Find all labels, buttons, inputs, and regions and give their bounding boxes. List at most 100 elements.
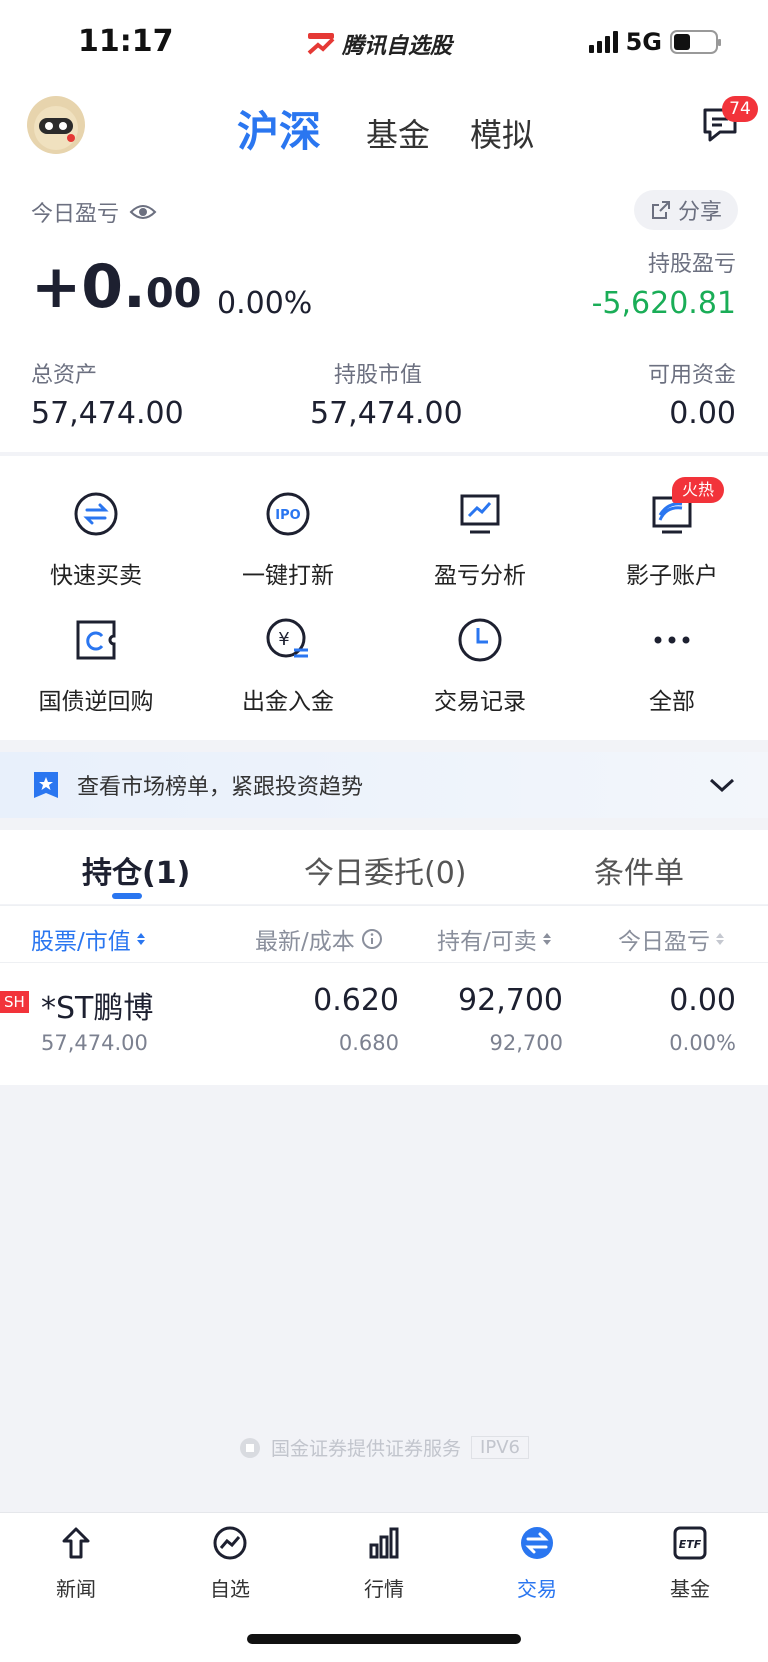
quick-ipo[interactable]: IPO 一键打新	[192, 490, 384, 590]
quick-all[interactable]: 全部	[576, 616, 768, 716]
tab-label: 新闻	[56, 1577, 96, 1601]
svg-text:¥: ¥	[278, 629, 289, 650]
quick-shadow-account[interactable]: 影子账户	[576, 490, 768, 590]
hold-quantity: 92,700	[458, 983, 563, 1018]
tab-label: 交易	[517, 1577, 557, 1601]
available-cash-label: 可用资金	[647, 363, 736, 388]
swap-icon	[74, 492, 118, 536]
tab-active-indicator	[112, 893, 142, 899]
network-label: 5G	[625, 28, 662, 56]
quick-label: 影子账户	[626, 563, 718, 589]
quick-repo[interactable]: 国债逆回购	[0, 616, 192, 716]
transfer-icon: ¥	[266, 618, 308, 658]
today-pnl-value: +0.00	[31, 252, 202, 322]
ipv6-tag: IPV6	[471, 1436, 529, 1459]
home-indicator	[247, 1634, 521, 1644]
col-hold-sellable[interactable]: 持有/可卖	[437, 922, 551, 956]
holdings-column-header: 股票/市值 最新/成本 持有/可卖 今日盈亏	[0, 905, 768, 963]
tab-news[interactable]: 新闻	[26, 1525, 126, 1602]
today-pnl-percent: 0.00%	[217, 286, 313, 321]
sort-icon	[716, 933, 724, 945]
cost-price: 0.680	[338, 1031, 399, 1055]
tab-positions[interactable]: 持仓(1)	[82, 848, 190, 892]
holding-pnl-value: -5,620.81	[591, 286, 736, 321]
market-value-label: 持股市值	[334, 363, 423, 388]
avatar[interactable]	[27, 96, 85, 154]
tab-simulate[interactable]: 模拟	[470, 110, 534, 156]
broker-logo-icon	[240, 1437, 261, 1458]
sort-icon	[136, 933, 145, 945]
col-stock-value[interactable]: 股票/市值	[31, 922, 145, 956]
table-row[interactable]: SH *ST鹏博 57,474.00 0.620 0.680 92,700 92…	[0, 963, 768, 1085]
status-time: 11:17	[78, 24, 174, 59]
chevron-down-icon[interactable]	[708, 776, 736, 794]
signal-icon	[588, 31, 618, 53]
quick-label: 一键打新	[242, 563, 334, 589]
market-rank-banner[interactable]: 查看市场榜单，紧跟投资趋势	[0, 752, 768, 818]
tab-fund[interactable]: 基金	[366, 110, 430, 156]
quick-transfer[interactable]: ¥ 出金入金	[192, 616, 384, 716]
clock-icon	[458, 618, 502, 662]
holding-pnl-label: 持股盈亏	[647, 252, 736, 277]
tab-hushen[interactable]: 沪深	[237, 98, 321, 159]
col-today-pnl-label: 今日盈亏	[618, 929, 710, 955]
message-badge: 74	[722, 96, 758, 122]
trade-icon	[521, 1527, 553, 1559]
eye-icon[interactable]	[129, 202, 157, 222]
app-logo-icon	[307, 33, 335, 55]
ipo-icon: IPO	[266, 492, 310, 536]
quick-label: 盈亏分析	[434, 563, 526, 589]
total-assets-label: 总资产	[31, 363, 98, 388]
share-icon	[651, 201, 670, 219]
stock-market-value: 57,474.00	[41, 1031, 148, 1055]
quick-fast-trade[interactable]: 快速买卖	[0, 490, 192, 590]
quick-label: 全部	[649, 689, 695, 715]
broker-note: 国金证券提供证券服务 IPV6	[0, 1434, 768, 1461]
tab-label: 行情	[364, 1577, 404, 1601]
status-app-name: 腾讯自选股	[306, 28, 452, 60]
col-latest-cost: 最新/成本	[255, 922, 383, 956]
repo-icon	[76, 620, 116, 660]
sellable-quantity: 92,700	[489, 1031, 563, 1055]
broker-note-text: 国金证券提供证券服务	[271, 1438, 462, 1460]
total-assets-value: 57,474.00	[31, 396, 184, 431]
tab-fund-bottom[interactable]: ETF 基金	[640, 1525, 740, 1602]
app-name-text: 腾讯自选股	[342, 34, 453, 59]
status-indicators: 5G	[588, 28, 721, 56]
analysis-icon	[460, 494, 500, 534]
watchlist-icon	[213, 1526, 247, 1560]
tab-label: 自选	[210, 1577, 250, 1601]
market-tag: SH	[0, 991, 29, 1013]
stock-name: *ST鹏博	[41, 991, 154, 1026]
share-label: 分享	[677, 200, 722, 225]
svg-text:ETF: ETF	[679, 1538, 702, 1551]
quick-pnl-analysis[interactable]: 盈亏分析	[384, 490, 576, 590]
today-pnl-text: 今日盈亏	[31, 202, 120, 227]
latest-price: 0.620	[313, 983, 399, 1018]
today-pnl-label: 今日盈亏	[31, 196, 157, 228]
col-stock-label: 股票/市值	[31, 929, 131, 955]
market-icon	[369, 1527, 399, 1559]
tab-trade[interactable]: 交易	[487, 1525, 587, 1602]
quick-label: 交易记录	[434, 689, 526, 715]
quick-label: 快速买卖	[50, 563, 142, 589]
more-icon	[654, 636, 690, 644]
etf-icon: ETF	[673, 1526, 707, 1560]
tab-conditional-orders[interactable]: 条件单	[594, 848, 684, 892]
tab-label: 基金	[670, 1577, 710, 1601]
tab-watchlist[interactable]: 自选	[180, 1525, 280, 1602]
battery-icon	[670, 30, 721, 54]
today-pnl-percent-cell: 0.00%	[669, 1031, 736, 1055]
today-pnl-dec: 00	[145, 271, 202, 317]
quick-trade-records[interactable]: 交易记录	[384, 616, 576, 716]
market-value-value: 57,474.00	[310, 396, 463, 431]
tab-today-orders[interactable]: 今日委托(0)	[304, 848, 467, 892]
hot-badge: 火热	[672, 477, 725, 503]
today-pnl-int: +0.	[31, 252, 146, 322]
share-button[interactable]: 分享	[634, 190, 738, 230]
tab-market[interactable]: 行情	[334, 1525, 434, 1602]
info-icon[interactable]	[361, 928, 383, 950]
col-today-pnl[interactable]: 今日盈亏	[618, 922, 724, 956]
today-pnl-cell: 0.00	[669, 983, 736, 1018]
svg-text:IPO: IPO	[275, 508, 300, 523]
